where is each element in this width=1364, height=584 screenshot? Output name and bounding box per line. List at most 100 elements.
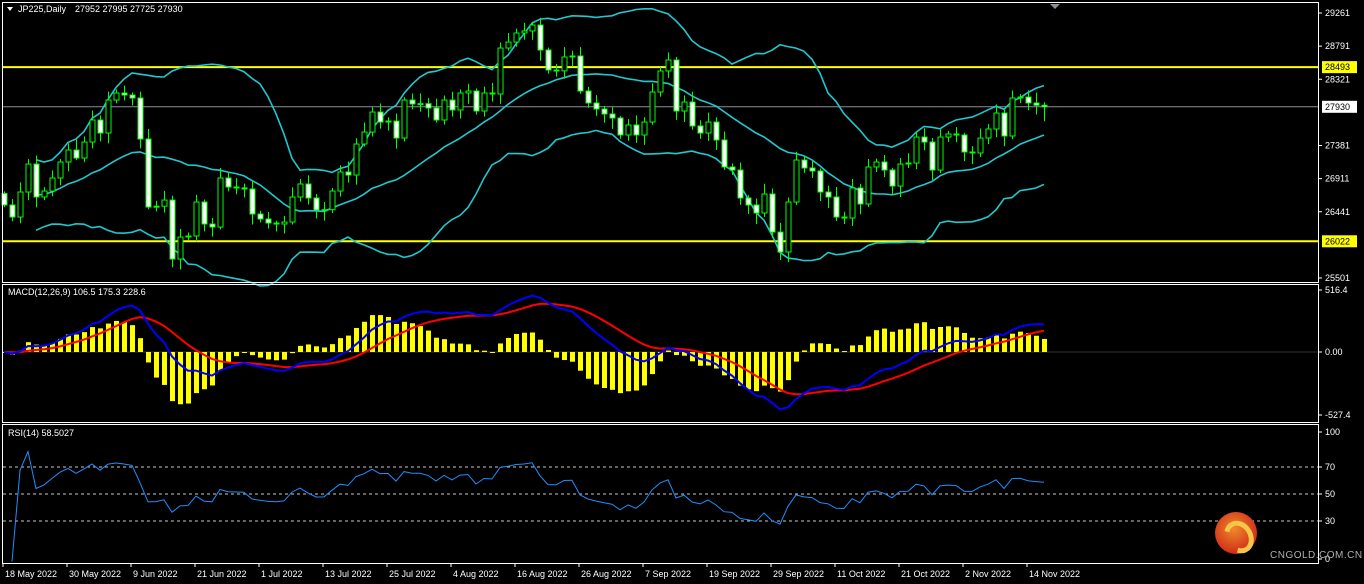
- macd-histogram-bar: [922, 322, 927, 352]
- bullish-candle-body: [561, 56, 568, 72]
- candle: [113, 89, 120, 104]
- bearish-candle-body: [953, 133, 960, 136]
- candle: [561, 47, 568, 79]
- price-tick-label: 28791: [1325, 41, 1350, 51]
- candle: [513, 28, 520, 47]
- bullish-candle-body: [785, 201, 792, 253]
- macd-histogram-bar: [602, 352, 607, 389]
- candle: [433, 98, 440, 123]
- macd-histogram-bar: [618, 352, 623, 394]
- candle: [953, 127, 960, 143]
- candle: [985, 124, 992, 145]
- bullish-candle-body: [177, 236, 184, 260]
- macd-histogram-bar: [162, 352, 167, 385]
- candle: [129, 92, 136, 106]
- macd-histogram-bar: [794, 352, 799, 362]
- bullish-candle-body: [625, 124, 632, 136]
- cngold-logo-icon: [1215, 512, 1260, 559]
- bullish-candle-body: [89, 119, 96, 143]
- macd-histogram-bar: [290, 352, 295, 354]
- macd-histogram-bar: [418, 326, 423, 352]
- bullish-candle-body: [481, 92, 488, 112]
- bullish-candle-body: [649, 91, 656, 123]
- bullish-candle-body: [865, 166, 872, 205]
- bullish-candle-body: [793, 159, 800, 203]
- macd-histogram-bar: [538, 339, 543, 352]
- bullish-candle-body: [465, 90, 472, 94]
- price-tick-label: 29261: [1325, 8, 1350, 18]
- bullish-candle-body: [65, 149, 72, 163]
- bullish-candle-body: [641, 121, 648, 136]
- candle: [361, 122, 368, 147]
- bullish-candle-body: [81, 141, 88, 159]
- macd-histogram-bar: [234, 352, 239, 357]
- candle: [305, 175, 312, 205]
- candle: [801, 156, 808, 173]
- bearish-candle-body: [921, 136, 928, 143]
- date-tick-label: 26 Aug 2022: [581, 569, 632, 579]
- macd-histogram-bar: [498, 343, 503, 352]
- bearish-candle-body: [617, 117, 624, 136]
- candle: [9, 199, 16, 222]
- candle: [897, 157, 904, 198]
- macd-histogram-bar: [642, 352, 647, 386]
- candle: [281, 216, 288, 234]
- bearish-candle-body: [753, 204, 760, 214]
- candle: [489, 82, 496, 102]
- macd-histogram-bar: [626, 352, 631, 392]
- candle: [1009, 90, 1016, 140]
- macd-tick-label: -527.4: [1325, 410, 1351, 420]
- macd-histogram-bar: [322, 347, 327, 352]
- macd-histogram-bar: [194, 352, 199, 394]
- rsi-tick-label: 100: [1325, 427, 1340, 437]
- macd-histogram-bar: [562, 352, 567, 361]
- bullish-candle-body: [945, 133, 952, 138]
- macd-histogram-bar: [546, 350, 551, 352]
- bearish-candle-body: [1001, 112, 1008, 137]
- trading-chart[interactable]: 29261 28791 28321 27381 26911 26441 25501 28493…: [0, 0, 1364, 584]
- ohlc-readout: 27952 27995 27725 27930: [75, 4, 183, 14]
- macd-histogram-bar: [882, 328, 887, 352]
- macd-histogram-bar: [154, 352, 159, 378]
- candle: [713, 117, 720, 150]
- candle: [1033, 92, 1040, 115]
- macd-histogram-bar: [250, 352, 255, 356]
- bullish-candle-body: [41, 190, 48, 198]
- price-pane[interactable]: [1, 8, 1318, 287]
- candle: [257, 210, 264, 223]
- bearish-candle-body: [1033, 102, 1040, 106]
- candle: [137, 91, 144, 149]
- price-tick-label: 25501: [1325, 273, 1350, 283]
- candle: [521, 22, 528, 40]
- bullish-candle-body: [985, 128, 992, 139]
- bullish-candle-body: [337, 171, 344, 192]
- bearish-candle-body: [201, 201, 208, 225]
- bearish-candle-body: [721, 139, 728, 168]
- macd-histogram-bar: [770, 352, 775, 389]
- bullish-candle-body: [521, 30, 528, 34]
- candle: [681, 95, 688, 122]
- macd-histogram-bar: [490, 351, 495, 353]
- bullish-candle-body: [705, 121, 712, 134]
- candle: [401, 97, 408, 142]
- candle: [705, 112, 712, 141]
- rsi-pane[interactable]: [3, 449, 1318, 562]
- candle: [785, 197, 792, 263]
- macd-pane[interactable]: [2, 294, 1318, 411]
- bearish-candle-body: [601, 108, 608, 115]
- candle: [169, 195, 176, 268]
- date-tick-label: 16 Aug 2022: [517, 569, 568, 579]
- candle: [873, 158, 880, 173]
- symbol-menu-icon[interactable]: [7, 7, 13, 11]
- bearish-candle-body: [433, 107, 440, 121]
- candle: [761, 183, 768, 217]
- candle: [481, 86, 488, 117]
- bullish-candle-body: [297, 183, 304, 198]
- chart-shift-marker-icon[interactable]: [1050, 4, 1060, 9]
- cngold-watermark-logo: CNGOLD.COM.CN: [1203, 512, 1363, 584]
- candle: [977, 128, 984, 158]
- candle: [545, 47, 552, 74]
- bearish-candle-body: [377, 111, 384, 123]
- bearish-candle-body: [633, 124, 640, 136]
- macd-histogram-bar: [434, 337, 439, 352]
